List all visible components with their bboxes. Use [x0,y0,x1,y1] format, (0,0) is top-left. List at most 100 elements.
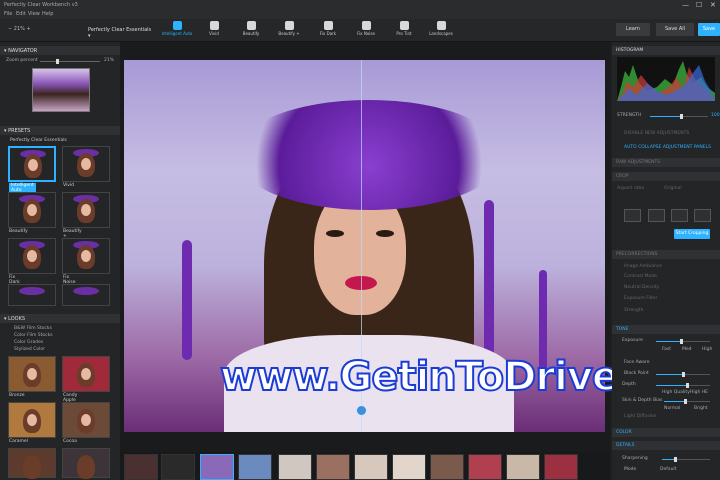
film-thumb[interactable] [430,454,464,480]
menu-file[interactable]: File [4,11,12,17]
aspect-ratio-select[interactable]: Original [664,186,682,191]
depth-label[interactable]: Depth [622,382,636,387]
mode-select[interactable]: Default [660,467,676,472]
tool-pro-tint[interactable]: Pro Tint [387,19,421,42]
navigator-zoom-slider[interactable] [40,59,100,64]
preset-thumb[interactable] [8,284,56,306]
look-thumb[interactable] [8,448,56,479]
pre-row[interactable]: Exposure Filter [624,296,657,301]
close-icon[interactable]: ✕ [710,1,716,9]
menu-help[interactable]: Help [42,11,53,17]
grid-thirds-icon[interactable] [648,209,665,222]
look-thumb[interactable] [62,448,110,479]
details-header[interactable]: DETAILS [612,441,720,450]
exposure-slider[interactable] [656,339,710,344]
sharpening-slider[interactable] [662,457,710,462]
precorrections-header[interactable]: PRECORRECTIONS [612,250,720,259]
preset-thumb-fix-noise[interactable] [62,238,110,274]
save-all-button[interactable]: Save All [656,23,694,36]
look-thumb-cocoa[interactable] [62,402,110,438]
strength-slider[interactable] [650,114,708,119]
bias-mode[interactable]: Normal [664,406,680,411]
film-thumb[interactable] [354,454,388,480]
grid-golden-icon[interactable] [694,209,711,222]
look-thumb-candy-apple[interactable] [62,356,110,392]
face-aware-label[interactable]: Face Aware [624,360,649,365]
tool-beautify[interactable]: Beautify [234,19,268,42]
tool-fix-dark[interactable]: Fix Dark [311,19,345,42]
tool-beautify-plus[interactable]: Beautify + [272,19,306,42]
preset-thumb[interactable] [62,284,110,306]
preset-thumb-fix-dark[interactable] [8,238,56,274]
lavender-stalk [182,240,192,360]
presets-header[interactable]: ▾ PRESETS [0,126,120,135]
film-thumb[interactable] [316,454,350,480]
pre-row[interactable]: Strength [624,308,643,313]
preset-thumb-intelligent-auto[interactable] [8,146,56,182]
bias-mode[interactable]: Bright [694,406,708,411]
navigator-header[interactable]: ▾ NAVIGATOR [0,46,120,55]
skin-depth-bias-slider[interactable] [664,399,710,404]
skin-depth-bias-label[interactable]: Skin & Depth Bias [622,398,663,403]
look-thumb-bronze[interactable] [8,356,56,392]
depth-slider[interactable] [656,383,710,388]
auto-collapse-toggle[interactable]: AUTO COLLAPSE ADJUSTMENT PANELS [624,145,711,150]
looks-header[interactable]: ▾ LOOKS [0,314,120,323]
grid-quarters-icon[interactable] [671,209,688,222]
exposure-mode[interactable]: Med [682,347,692,352]
sharpening-label[interactable]: Sharpening [622,456,648,461]
preset-thumb-beautify[interactable] [8,192,56,228]
looks-group[interactable]: B&W Film Stocks [14,326,52,331]
tool-vivid[interactable]: Vivid [197,19,231,42]
navigator-preview[interactable] [32,68,90,112]
depth-mode[interactable]: High HE [690,390,708,395]
preset-select[interactable]: Perfectly Clear Essentials ▾ [84,25,156,39]
film-thumb[interactable] [506,454,540,480]
tool-fix-noise[interactable]: Fix Noise [349,19,383,42]
split-handle-icon[interactable] [356,405,367,416]
menu-view[interactable]: View [28,11,40,17]
film-thumb[interactable] [468,454,502,480]
film-thumb[interactable] [278,454,312,480]
disable-new-adjustments[interactable]: DISABLE NEW ADJUSTMENTS [624,131,689,136]
depth-mode[interactable]: High Quality [662,390,690,395]
looks-group[interactable]: Color Grades [14,340,43,345]
film-thumb[interactable] [544,454,578,480]
zoom-level[interactable]: − 21% + [8,26,31,32]
film-thumb[interactable] [238,454,272,480]
film-thumb[interactable] [392,454,426,480]
menu-edit[interactable]: Edit [16,11,26,17]
minimize-icon[interactable]: — [682,1,689,9]
color-header[interactable]: COLOR [612,428,720,437]
black-point-slider[interactable] [656,372,710,377]
tool-intelligent-auto[interactable]: Intelligent Auto [160,19,194,42]
save-button[interactable]: Save [698,23,720,36]
pre-row[interactable]: Image Ambiance [624,264,662,269]
film-thumb[interactable] [124,454,158,480]
looks-group[interactable]: Stylized Color [14,347,45,352]
learn-button[interactable]: Learn [616,23,650,36]
preset-thumb-beautify-plus[interactable] [62,192,110,228]
preset-group[interactable]: Perfectly Clear Essentials [10,138,67,143]
exposure-mode[interactable]: High [702,347,712,352]
maximize-icon[interactable]: ☐ [696,1,702,9]
film-thumb-selected[interactable] [200,454,234,480]
tone-header[interactable]: TONE [612,325,720,334]
exposure-mode[interactable]: Fast [662,347,671,352]
histogram-header[interactable]: HISTOGRAM [612,46,720,55]
pre-row[interactable]: Neutral Density [624,285,659,290]
film-thumb[interactable] [161,454,195,480]
start-cropping-button[interactable]: Start Cropping [674,229,710,239]
landscape-icon [436,21,446,30]
preset-thumb-vivid[interactable] [62,146,110,182]
light-diffusion-label[interactable]: Light Diffusion [624,414,657,419]
crop-header[interactable]: CROP [612,172,720,181]
grid-none-icon[interactable] [624,209,641,222]
raw-adjustments-header[interactable]: RAW ADJUSTMENTS [612,158,720,167]
tool-landscapes[interactable]: Landscapes [424,19,458,42]
exposure-label[interactable]: Exposure [622,338,643,343]
look-thumb-caramel[interactable] [8,402,56,438]
black-point-label[interactable]: Black Point [624,371,649,376]
looks-group[interactable]: Color Film Stocks [14,333,53,338]
pre-row[interactable]: Contrast Mode [624,274,657,279]
